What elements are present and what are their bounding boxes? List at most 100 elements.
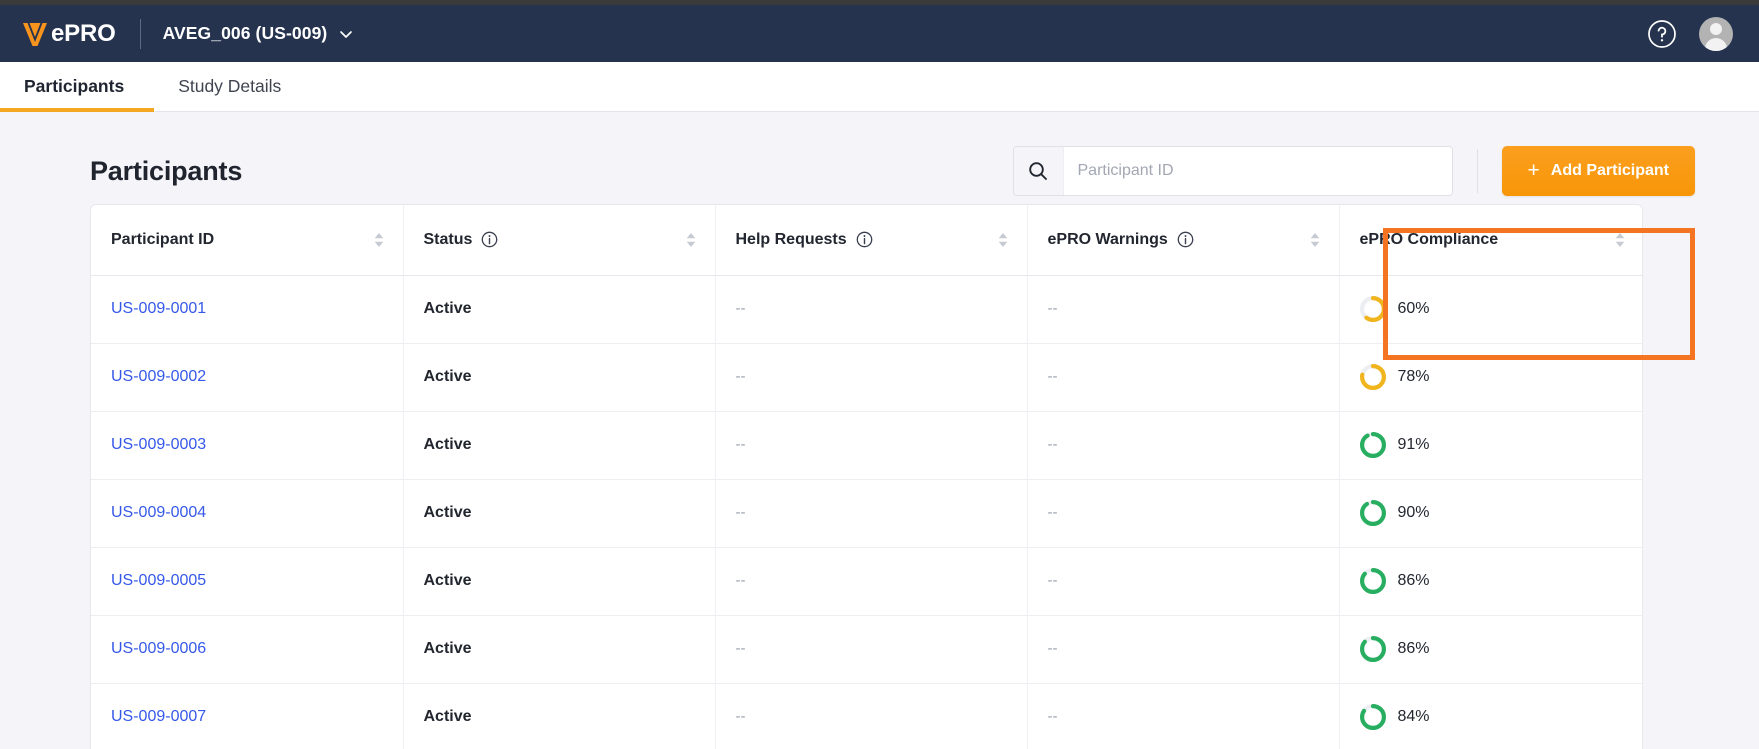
compliance-donut-icon bbox=[1360, 568, 1386, 594]
cell-participant-id: US-009-0003 bbox=[91, 411, 403, 479]
table-row: US-009-0003Active----91% bbox=[91, 411, 1643, 479]
cell-status: Active bbox=[403, 343, 715, 411]
page-toolbar: + Add Participant bbox=[1013, 146, 1696, 196]
help-circle-icon[interactable] bbox=[1647, 19, 1677, 49]
participant-id-link[interactable]: US-009-0005 bbox=[111, 572, 206, 589]
cell-epro-warnings: -- bbox=[1027, 411, 1339, 479]
status-value: Active bbox=[424, 504, 472, 521]
table-row: US-009-0006Active----86% bbox=[91, 615, 1643, 683]
cell-epro-warnings: -- bbox=[1027, 547, 1339, 615]
compliance-indicator: 91% bbox=[1360, 432, 1644, 458]
participant-id-link[interactable]: US-009-0003 bbox=[111, 436, 206, 453]
compliance-donut-icon bbox=[1360, 432, 1386, 458]
header-actions bbox=[1647, 17, 1733, 51]
col-status[interactable]: Status bbox=[403, 205, 715, 275]
cell-help-requests: -- bbox=[715, 547, 1027, 615]
tab-study-details-label: Study Details bbox=[178, 76, 281, 97]
compliance-value: 60% bbox=[1398, 300, 1430, 318]
sort-arrows-icon[interactable] bbox=[1614, 231, 1626, 249]
cell-status: Active bbox=[403, 683, 715, 749]
user-avatar-icon[interactable] bbox=[1699, 17, 1733, 51]
info-circle-icon[interactable] bbox=[1177, 231, 1194, 248]
search-input[interactable] bbox=[1064, 147, 1452, 195]
participant-id-link[interactable]: US-009-0004 bbox=[111, 504, 206, 521]
cell-status: Active bbox=[403, 275, 715, 343]
compliance-donut-icon bbox=[1360, 704, 1386, 730]
tab-participants[interactable]: Participants bbox=[0, 62, 154, 111]
col-epro-warnings-label: ePRO Warnings bbox=[1048, 231, 1168, 249]
brand-name: ePRO bbox=[51, 22, 116, 46]
col-participant-id[interactable]: Participant ID bbox=[91, 205, 403, 275]
participants-table: Participant ID Status bbox=[91, 205, 1643, 749]
participants-table-container: Participant ID Status bbox=[90, 204, 1643, 749]
compliance-value: 78% bbox=[1398, 368, 1430, 386]
table-head: Participant ID Status bbox=[91, 205, 1643, 275]
header-divider bbox=[140, 19, 141, 49]
add-participant-button[interactable]: + Add Participant bbox=[1502, 146, 1696, 196]
cell-epro-warnings: -- bbox=[1027, 683, 1339, 749]
help-requests-value: -- bbox=[736, 572, 746, 589]
cell-help-requests: -- bbox=[715, 615, 1027, 683]
compliance-indicator: 60% bbox=[1360, 296, 1644, 322]
participant-id-link[interactable]: US-009-0007 bbox=[111, 708, 206, 725]
search-box[interactable] bbox=[1013, 146, 1453, 196]
status-value: Active bbox=[424, 368, 472, 385]
cell-status: Active bbox=[403, 479, 715, 547]
compliance-value: 86% bbox=[1398, 572, 1430, 590]
tab-study-details[interactable]: Study Details bbox=[154, 62, 305, 111]
sort-arrows-icon[interactable] bbox=[1309, 231, 1321, 249]
cell-participant-id: US-009-0004 bbox=[91, 479, 403, 547]
compliance-value: 86% bbox=[1398, 640, 1430, 658]
page-body: Participants + Add Participant bbox=[0, 112, 1759, 749]
col-epro-warnings[interactable]: ePRO Warnings bbox=[1027, 205, 1339, 275]
info-circle-icon[interactable] bbox=[856, 231, 873, 248]
search-icon bbox=[1027, 160, 1049, 182]
compliance-donut-icon bbox=[1360, 636, 1386, 662]
sort-arrows-icon[interactable] bbox=[685, 231, 697, 249]
table-row: US-009-0004Active----90% bbox=[91, 479, 1643, 547]
help-requests-value: -- bbox=[736, 300, 746, 317]
table-row: US-009-0002Active----78% bbox=[91, 343, 1643, 411]
epro-warnings-value: -- bbox=[1048, 572, 1058, 589]
compliance-value: 84% bbox=[1398, 708, 1430, 726]
sort-arrows-icon[interactable] bbox=[997, 231, 1009, 249]
toolbar-divider bbox=[1477, 149, 1478, 193]
cell-help-requests: -- bbox=[715, 343, 1027, 411]
chevron-down-icon bbox=[338, 26, 354, 42]
sort-arrows-icon[interactable] bbox=[373, 231, 385, 249]
tab-participants-label: Participants bbox=[24, 76, 124, 97]
compliance-value: 90% bbox=[1398, 504, 1430, 522]
help-requests-value: -- bbox=[736, 708, 746, 725]
table-row: US-009-0007 Active -- -- 84% bbox=[91, 683, 1643, 749]
table-row: US-009-0005 Active -- -- 86% bbox=[91, 547, 1643, 615]
epro-warnings-value: -- bbox=[1048, 436, 1058, 453]
table-header-row: Participant ID Status bbox=[91, 205, 1643, 275]
status-value: Active bbox=[424, 436, 472, 453]
participant-id-link[interactable]: US-009-0006 bbox=[111, 640, 206, 657]
participant-id-link[interactable]: US-009-0001 bbox=[111, 300, 206, 317]
col-status-label: Status bbox=[424, 231, 473, 249]
compliance-donut-icon bbox=[1360, 364, 1386, 390]
cell-participant-id: US-009-0007 bbox=[91, 683, 403, 749]
study-selector[interactable]: AVEG_006 (US-009) bbox=[163, 23, 355, 44]
compliance-indicator: 86% bbox=[1360, 636, 1644, 662]
study-selector-label: AVEG_006 (US-009) bbox=[163, 23, 328, 44]
brand: ePRO bbox=[20, 19, 116, 49]
cell-status: Active bbox=[403, 547, 715, 615]
cell-participant-id: US-009-0006 bbox=[91, 615, 403, 683]
col-participant-id-label: Participant ID bbox=[111, 231, 214, 249]
add-participant-label: Add Participant bbox=[1551, 162, 1669, 180]
veeva-v-logo-icon bbox=[20, 19, 50, 49]
compliance-value: 91% bbox=[1398, 436, 1430, 454]
epro-warnings-value: -- bbox=[1048, 300, 1058, 317]
cell-epro-compliance: 91% bbox=[1339, 411, 1643, 479]
cell-help-requests: -- bbox=[715, 275, 1027, 343]
col-help-requests[interactable]: Help Requests bbox=[715, 205, 1027, 275]
main-tabs: Participants Study Details bbox=[0, 62, 1759, 112]
cell-status: Active bbox=[403, 615, 715, 683]
col-epro-compliance[interactable]: ePRO Compliance bbox=[1339, 205, 1643, 275]
info-circle-icon[interactable] bbox=[481, 231, 498, 248]
cell-epro-warnings: -- bbox=[1027, 479, 1339, 547]
participant-id-link[interactable]: US-009-0002 bbox=[111, 368, 206, 385]
compliance-donut-icon bbox=[1360, 296, 1386, 322]
